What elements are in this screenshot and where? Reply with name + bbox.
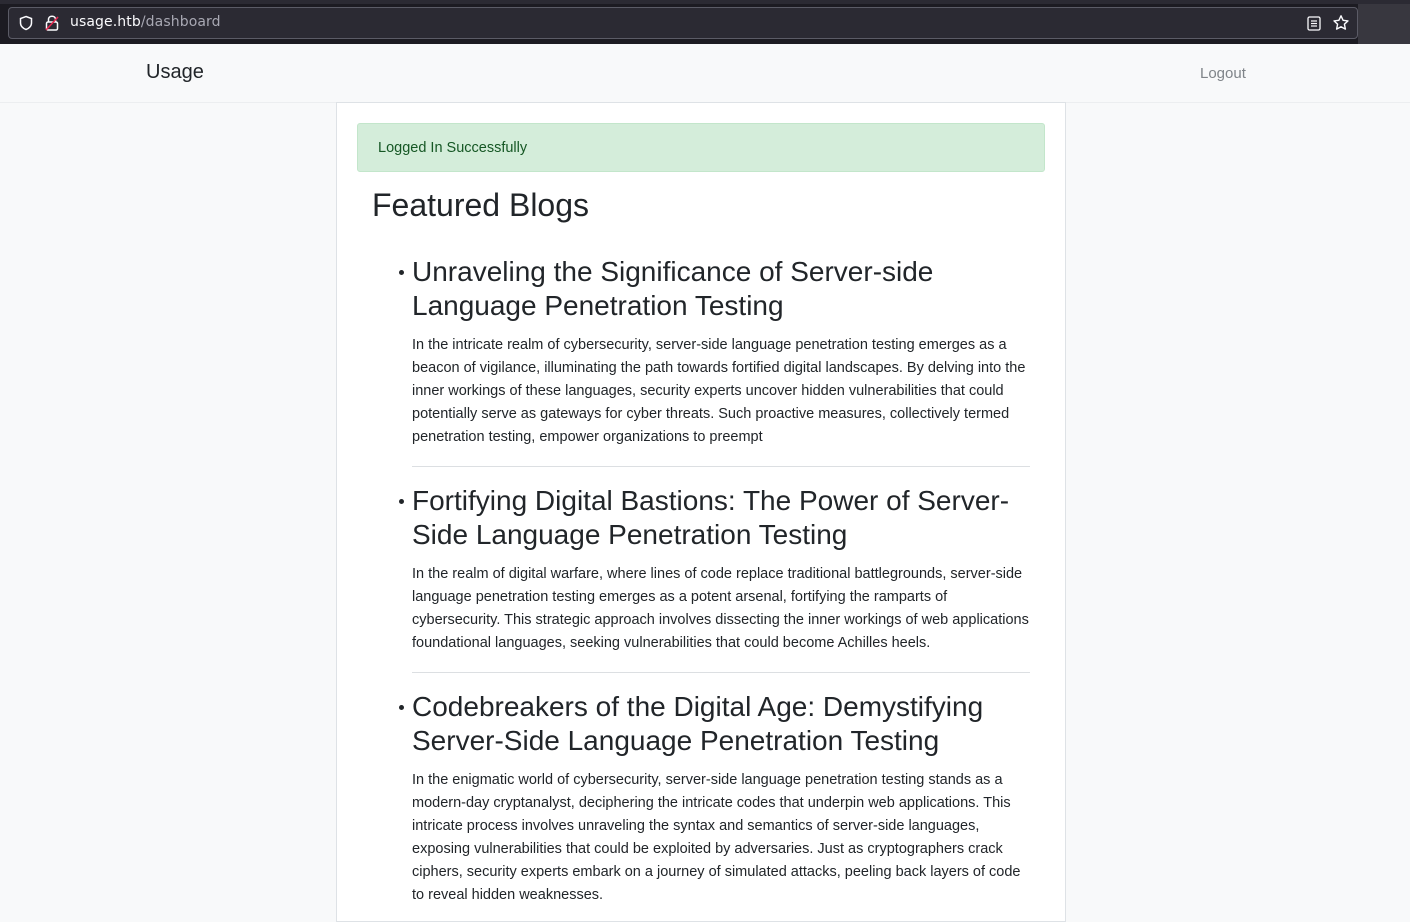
blog-title: Codebreakers of the Digital Age: Demysti… xyxy=(412,691,984,756)
bullet-icon xyxy=(399,499,404,504)
url-host: usage.htb xyxy=(70,14,141,30)
url-path: /dashboard xyxy=(140,14,221,30)
logout-link[interactable]: Logout xyxy=(1200,65,1246,82)
divider xyxy=(412,466,1030,467)
bookmark-star-icon[interactable] xyxy=(1332,14,1350,32)
reader-view-icon[interactable] xyxy=(1307,16,1321,31)
blog-title: Fortifying Digital Bastions: The Power o… xyxy=(412,485,1010,550)
browser-toolbar: usage.htb/dashboard xyxy=(0,0,1410,44)
url-text[interactable]: usage.htb/dashboard xyxy=(70,14,221,30)
page-title: Featured Blogs xyxy=(372,187,590,223)
insecure-lock-icon[interactable] xyxy=(45,15,59,31)
list-item: Codebreakers of the Digital Age: Demysti… xyxy=(399,690,1030,907)
bullet-icon xyxy=(399,705,404,710)
shield-icon[interactable] xyxy=(18,15,34,31)
address-bar[interactable]: usage.htb/dashboard xyxy=(8,7,1358,39)
list-item: Fortifying Digital Bastions: The Power o… xyxy=(399,484,1030,673)
list-item: Unraveling the Significance of Server-si… xyxy=(399,255,1030,467)
site-navbar: Usage Logout xyxy=(0,44,1410,103)
blog-title: Unraveling the Significance of Server-si… xyxy=(412,256,934,321)
toolbar-extension-area xyxy=(1358,4,1410,44)
blog-excerpt: In the enigmatic world of cybersecurity,… xyxy=(412,772,1021,903)
success-alert: Logged In Successfully xyxy=(357,123,1045,172)
blog-list: Unraveling the Significance of Server-si… xyxy=(399,255,1030,907)
brand-link[interactable]: Usage xyxy=(146,61,204,84)
divider xyxy=(412,672,1030,673)
dashboard-card: Logged In Successfully Featured Blogs Un… xyxy=(336,102,1066,922)
blog-excerpt: In the intricate realm of cybersecurity,… xyxy=(412,337,1026,445)
blog-excerpt: In the realm of digital warfare, where l… xyxy=(412,566,1029,651)
bullet-icon xyxy=(399,270,404,275)
